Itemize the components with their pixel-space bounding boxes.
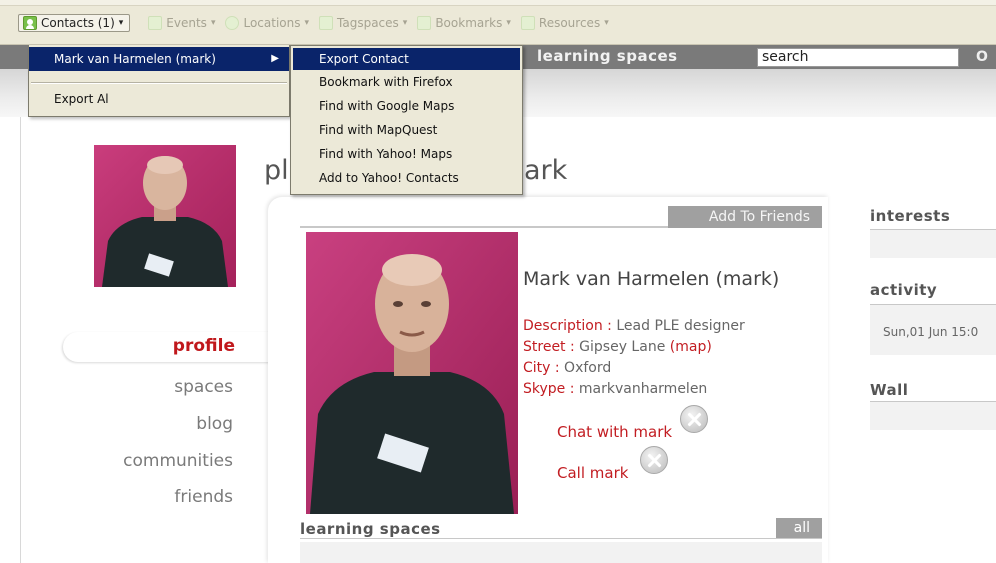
city-value: Oxford [559, 360, 612, 376]
chevron-down-icon: ▾ [210, 18, 216, 28]
description-value: Lead PLE designer [611, 318, 745, 334]
menu-item-yahoo-maps[interactable]: Find with Yahoo! Maps [319, 142, 452, 166]
resources-icon [520, 16, 535, 30]
chevron-down-icon: ▾ [506, 18, 511, 28]
chevron-down-icon: ▾ [304, 18, 310, 28]
description-label: Description : [523, 318, 612, 334]
menu-item-contact-person[interactable]: Mark van Harmelen (mark) ▶ [29, 47, 289, 71]
sidebar-item-blog[interactable]: blog [196, 414, 233, 434]
toolbar-locations-label: Locations [243, 16, 301, 30]
chevron-down-icon: ▾ [118, 18, 124, 28]
divider [300, 538, 822, 539]
submenu-arrow-icon: ▶ [271, 53, 279, 64]
contacts-icon [23, 16, 37, 30]
profile-thumbnail[interactable] [94, 145, 236, 287]
events-icon [148, 16, 163, 30]
page-title: pl [264, 155, 289, 186]
toolbar-locations-menu[interactable]: Locations ▾ [225, 16, 309, 30]
toolbar-tagspaces-label: Tagspaces [337, 16, 399, 30]
sidebar-item-friends[interactable]: friends [174, 487, 233, 507]
toolbar-items: Contacts (1) ▾ Events ▾ Locations ▾ Tags… [18, 12, 609, 34]
wall-box [870, 402, 996, 430]
street-label: Street : [523, 339, 575, 355]
page-title-end: ark [524, 155, 568, 186]
contact-submenu: Export Contact Bookmark with Firefox Fin… [290, 45, 523, 195]
person-name: Mark van Harmelen (mark) [523, 268, 780, 290]
sidebar-item-profile-label: profile [172, 336, 235, 356]
learning-spaces-heading: learning spaces [300, 520, 441, 538]
toolbar-events-label: Events [166, 16, 207, 30]
toolbar-contacts-label: Contacts (1) [41, 16, 115, 30]
toolbar-resources-menu[interactable]: Resources ▾ [520, 16, 609, 30]
description-field: Description : Lead PLE designer [523, 318, 745, 334]
locations-icon [225, 16, 240, 30]
toolbar-events-menu[interactable]: Events ▾ [148, 16, 215, 30]
all-button[interactable]: all [776, 518, 822, 538]
chevron-down-icon: ▾ [402, 18, 408, 28]
street-value: Gipsey Lane [574, 339, 670, 355]
sidebar-item-communities[interactable]: communities [123, 451, 233, 471]
profile-photo [306, 232, 518, 514]
toolbar-resources-label: Resources [538, 16, 601, 30]
menu-item-export-contact[interactable]: Export Contact [293, 48, 520, 70]
interests-box [870, 230, 996, 258]
learning-spaces-list [300, 542, 822, 563]
skype-value: markvanharmelen [574, 381, 708, 397]
chat-link[interactable]: Chat with mark [557, 423, 672, 441]
map-link[interactable]: (map) [670, 339, 712, 355]
call-status-icon[interactable] [640, 446, 668, 474]
toolbar-top-strip [0, 0, 996, 6]
sidebar-item-profile[interactable]: profile [63, 332, 273, 362]
street-field: Street : Gipsey Lane (map) [523, 339, 712, 355]
add-to-friends-button[interactable]: Add To Friends [668, 206, 822, 228]
menu-item-yahoo-contacts[interactable]: Add to Yahoo! Contacts [319, 166, 459, 190]
skype-label: Skype : [523, 381, 575, 397]
activity-heading: activity [870, 281, 938, 299]
city-field: City : Oxford [523, 360, 611, 376]
chat-status-icon[interactable] [680, 405, 708, 433]
skype-field: Skype : markvanharmelen [523, 381, 707, 397]
search-input[interactable]: search [757, 48, 959, 67]
search-go-button[interactable]: O [960, 48, 996, 67]
toolbar-tagspaces-menu[interactable]: Tagspaces ▾ [319, 16, 407, 30]
bookmarks-icon [417, 16, 432, 30]
browser-toolbar: Contacts (1) ▾ Events ▾ Locations ▾ Tags… [0, 0, 996, 45]
menu-item-contact-person-label: Mark van Harmelen (mark) [54, 52, 216, 66]
menu-item-export-all[interactable]: Export Al [54, 89, 109, 109]
site-title[interactable]: learning spaces [537, 47, 678, 65]
contacts-dropdown-menu: Mark van Harmelen (mark) ▶ Export Al [28, 45, 290, 117]
sidebar-item-spaces[interactable]: spaces [174, 377, 233, 397]
tagspaces-icon [319, 16, 334, 30]
toolbar-contacts-menu[interactable]: Contacts (1) ▾ [18, 14, 131, 32]
interests-heading: interests [870, 207, 951, 225]
chevron-down-icon: ▾ [604, 18, 609, 28]
menu-item-bookmark-firefox[interactable]: Bookmark with Firefox [319, 70, 453, 94]
activity-item: Sun,01 Jun 15:0 [883, 325, 979, 339]
city-label: City : [523, 360, 560, 376]
call-link[interactable]: Call mark [557, 464, 628, 482]
toolbar-bookmarks-menu[interactable]: Bookmarks ▾ [417, 16, 511, 30]
menu-item-google-maps[interactable]: Find with Google Maps [319, 94, 454, 118]
wall-heading: Wall [870, 381, 909, 399]
toolbar-bookmarks-label: Bookmarks [435, 16, 503, 30]
menu-item-mapquest[interactable]: Find with MapQuest [319, 118, 437, 142]
menu-separator [31, 82, 287, 84]
